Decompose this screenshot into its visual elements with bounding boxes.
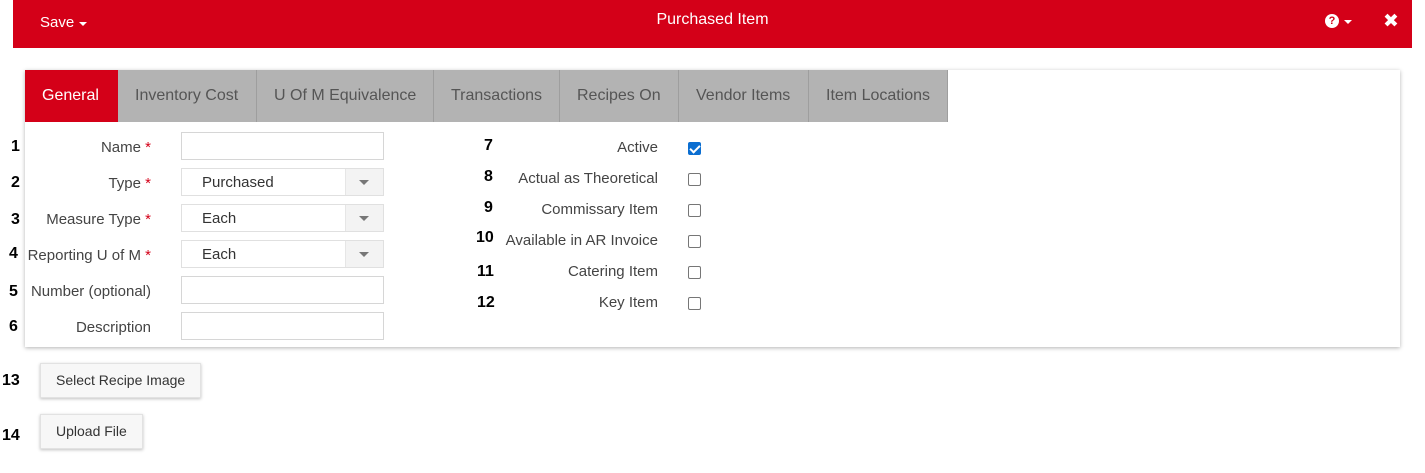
required-marker: * [145, 175, 151, 192]
available-in-ar-invoice-label: Available in AR Invoice [505, 232, 658, 249]
measure-type-select-value: Each [202, 210, 237, 227]
row-number: 10 [476, 229, 494, 246]
row-number: 1 [11, 138, 20, 155]
row-number: 11 [477, 263, 494, 280]
row-number: 13 [2, 372, 20, 389]
catering-item-label: Catering Item [567, 263, 658, 280]
help-menu-button[interactable]: ? [1325, 14, 1352, 28]
row-number: 5 [9, 283, 18, 300]
tab-u-of-m-equivalence[interactable]: U Of M Equivalence [257, 70, 434, 122]
dropdown-arrow-icon [345, 205, 383, 231]
actual-as-theoretical-checkbox[interactable] [688, 173, 701, 186]
row-number: 3 [11, 211, 20, 228]
commissary-item-label: Commissary Item [541, 201, 658, 218]
type-label: Type * [108, 175, 151, 192]
commissary-item-checkbox[interactable] [688, 204, 701, 217]
name-input[interactable] [181, 132, 384, 160]
row-number: 4 [9, 245, 18, 262]
title-bar: Save Purchased Item ? ✖ [13, 0, 1412, 48]
reporting-uom-label: Reporting U of M * [27, 247, 151, 264]
key-item-label: Key Item [598, 294, 658, 311]
type-select[interactable]: Purchased [181, 168, 384, 196]
active-checkbox[interactable] [688, 142, 701, 155]
description-label: Description [75, 319, 151, 336]
tab-general[interactable]: General [25, 70, 118, 122]
row-number: 7 [484, 137, 493, 154]
active-label: Active [617, 139, 658, 156]
dropdown-arrow-icon [345, 169, 383, 195]
reporting-uom-select[interactable]: Each [181, 240, 384, 268]
actual-as-theoretical-label: Actual as Theoretical [518, 170, 658, 187]
select-recipe-image-button[interactable]: Select Recipe Image [40, 363, 202, 398]
row-number: 8 [484, 168, 493, 185]
name-label: Name * [100, 139, 151, 156]
row-number: 2 [11, 174, 20, 191]
key-item-checkbox[interactable] [688, 297, 701, 310]
window-title: Purchased Item [656, 11, 769, 28]
tab-bar: General Inventory Cost U Of M Equivalenc… [25, 70, 948, 122]
upload-file-button[interactable]: Upload File [40, 414, 143, 449]
row-number: 9 [484, 199, 493, 216]
measure-type-label: Measure Type * [46, 211, 151, 228]
dropdown-arrow-icon [345, 241, 383, 267]
measure-type-select[interactable]: Each [181, 204, 384, 232]
row-number: 6 [9, 318, 18, 335]
required-marker: * [145, 247, 151, 264]
row-number: 14 [2, 427, 20, 444]
tab-item-locations[interactable]: Item Locations [809, 70, 948, 122]
required-marker: * [145, 139, 151, 156]
reporting-uom-select-value: Each [202, 246, 237, 263]
help-icon: ? [1325, 14, 1339, 28]
tab-vendor-items[interactable]: Vendor Items [679, 70, 809, 122]
number-label: Number (optional) [30, 283, 151, 300]
row-number: 12 [477, 294, 495, 311]
close-icon[interactable]: ✖ [1383, 10, 1399, 33]
type-select-value: Purchased [202, 174, 274, 191]
required-marker: * [145, 211, 151, 228]
number-input[interactable] [181, 276, 384, 304]
available-in-ar-invoice-checkbox[interactable] [688, 235, 701, 248]
tab-recipes-on[interactable]: Recipes On [560, 70, 679, 122]
description-input[interactable] [181, 312, 384, 340]
caret-down-icon [1344, 20, 1352, 24]
tab-transactions[interactable]: Transactions [434, 70, 560, 122]
catering-item-checkbox[interactable] [688, 266, 701, 279]
tab-inventory-cost[interactable]: Inventory Cost [118, 70, 257, 122]
